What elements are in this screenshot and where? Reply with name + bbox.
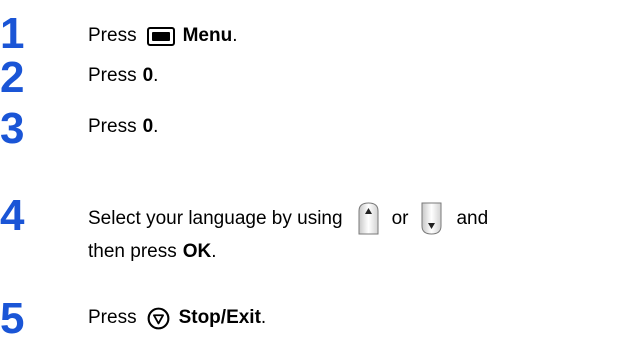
step-text: Press bbox=[88, 65, 137, 86]
step-number: 5 bbox=[0, 294, 25, 343]
step-text: Select your language by using bbox=[88, 207, 343, 229]
button-name: OK bbox=[182, 241, 212, 262]
down-arrow-key-icon bbox=[421, 202, 442, 235]
step-number: 2 bbox=[0, 53, 25, 102]
step-instruction-line-1: Select your language by using or and bbox=[88, 201, 488, 236]
step-number: 1 bbox=[0, 9, 25, 58]
step-punctuation: . bbox=[153, 65, 159, 86]
step-text: then press bbox=[88, 241, 177, 262]
step-punctuation: . bbox=[211, 241, 217, 262]
step-punctuation: . bbox=[260, 307, 267, 328]
menu-key-icon bbox=[146, 26, 175, 46]
step-instruction: Press Stop/Exit . bbox=[88, 306, 266, 330]
step-punctuation: . bbox=[153, 116, 159, 137]
step-instruction: Press Menu . bbox=[88, 24, 237, 48]
step-number: 4 bbox=[0, 191, 25, 240]
up-arrow-key-icon bbox=[358, 202, 379, 235]
key-name: 0 bbox=[142, 116, 154, 137]
step-text: Press bbox=[88, 25, 137, 46]
stop-exit-icon bbox=[147, 307, 170, 329]
step-text-and: and bbox=[456, 207, 489, 229]
button-name: Stop/Exit bbox=[178, 307, 261, 328]
step-instruction: Press 0 . bbox=[88, 115, 158, 139]
step-text-or: or bbox=[391, 207, 409, 229]
step-instruction-line-2: then press OK . bbox=[88, 240, 217, 264]
step-punctuation: . bbox=[232, 25, 238, 46]
step-number: 3 bbox=[0, 104, 25, 153]
step-text: Press bbox=[88, 307, 137, 328]
key-name: 0 bbox=[142, 65, 154, 86]
step-text: Press bbox=[88, 116, 137, 137]
button-name: Menu bbox=[182, 25, 233, 46]
step-instruction: Press 0 . bbox=[88, 64, 158, 88]
